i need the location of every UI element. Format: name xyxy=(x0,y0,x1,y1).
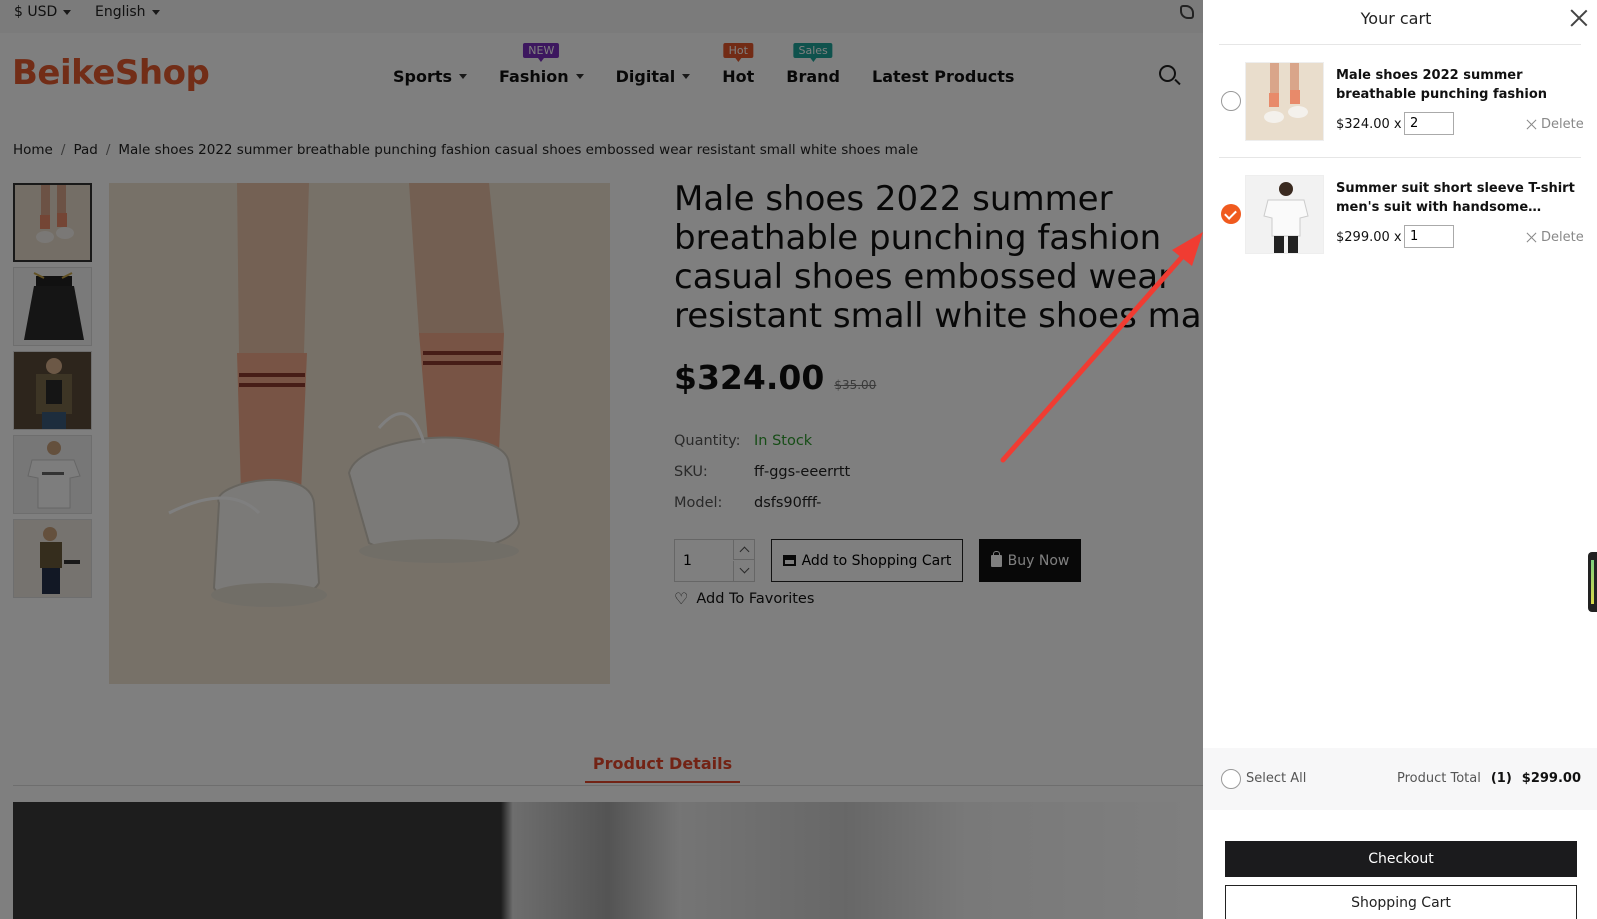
cart-item-select[interactable] xyxy=(1221,91,1241,111)
delete-label: Delete xyxy=(1541,230,1584,245)
cart-item-image[interactable] xyxy=(1245,62,1324,141)
cart-title: Your cart xyxy=(1360,9,1432,28)
divider xyxy=(1219,44,1581,45)
cart-item-delete-button[interactable]: Delete xyxy=(1526,230,1584,245)
cart-item-name[interactable]: Summer suit short sleeve T-shirt men's s… xyxy=(1336,179,1586,217)
close-icon xyxy=(1526,232,1537,243)
cart-item-name[interactable]: Male shoes 2022 summer breathable punchi… xyxy=(1336,66,1586,104)
divider xyxy=(1219,157,1581,158)
select-all-checkbox[interactable] xyxy=(1221,769,1241,789)
cart-item: Summer suit short sleeve T-shirt men's s… xyxy=(1203,175,1597,269)
modal-backdrop[interactable] xyxy=(0,0,1203,919)
select-all-label[interactable]: Select All xyxy=(1246,771,1306,786)
close-icon xyxy=(1526,119,1537,130)
cart-item-price: $299.00 x xyxy=(1336,230,1402,245)
cart-item-quantity-input[interactable] xyxy=(1404,112,1454,135)
product-total: Product Total (1) $299.00 xyxy=(1397,771,1581,786)
product-total-count: (1) xyxy=(1490,771,1512,786)
cart-drawer: Your cart Male shoes 2022 summer breatha… xyxy=(1203,0,1597,919)
delete-label: Delete xyxy=(1541,117,1584,132)
shopping-cart-button[interactable]: Shopping Cart xyxy=(1225,885,1577,919)
cart-item-quantity-input[interactable] xyxy=(1404,225,1454,248)
cart-item-select[interactable] xyxy=(1221,204,1241,224)
cart-summary-bar: Select All Product Total (1) $299.00 xyxy=(1203,748,1597,810)
cart-item-image[interactable] xyxy=(1245,175,1324,254)
cart-item-price: $324.00 x xyxy=(1336,117,1402,132)
product-total-label: Product Total xyxy=(1396,771,1481,786)
product-total-amount: $299.00 xyxy=(1521,771,1581,786)
cart-item: Male shoes 2022 summer breathable punchi… xyxy=(1203,62,1597,156)
checkout-button[interactable]: Checkout xyxy=(1225,841,1577,877)
close-icon[interactable] xyxy=(1570,9,1588,27)
cart-item-delete-button[interactable]: Delete xyxy=(1526,117,1584,132)
side-widget-handle[interactable] xyxy=(1588,552,1597,612)
